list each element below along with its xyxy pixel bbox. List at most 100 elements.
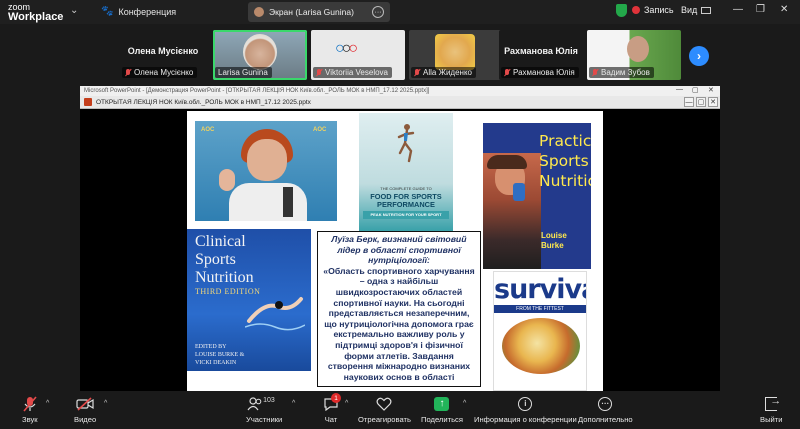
mic-muted-icon	[23, 394, 37, 413]
video-button[interactable]: Видео	[74, 394, 96, 424]
zoom-meeting-window: zoom Workplace ⌄ 🐾 Конференция Экран (La…	[0, 0, 800, 429]
participant-tile[interactable]: ○○○ Viktoriia Veselova	[311, 30, 405, 80]
participant-label: Олена Мусієнко	[122, 67, 198, 78]
mic-muted-icon	[414, 68, 420, 77]
participant-label: Viktoriia Veselova	[313, 67, 392, 78]
mic-muted-icon	[504, 68, 510, 77]
clinical-editors3: VICKI DEAKIN	[195, 360, 237, 366]
caret-up-icon[interactable]: ^	[463, 400, 466, 407]
react-button[interactable]: Отреагировать	[358, 394, 411, 424]
slideshow-titlebar: ОТКРЫТАЯ ЛЕКЦІЯ НОК Київ.обл._РОЛЬ МОК в…	[80, 96, 720, 109]
screen-share-tab[interactable]: Экран (Larisa Gunina) ···	[248, 2, 390, 22]
caret-up-icon[interactable]: ^	[292, 400, 295, 407]
restore-icon[interactable]: ❐	[756, 4, 765, 15]
chat-button[interactable]: 1 Чат	[321, 393, 341, 424]
restore-icon[interactable]: ▢	[692, 86, 699, 94]
participant-tile-name: Рахманова Юлія	[504, 46, 578, 56]
share-screen-button[interactable]: ↑ Поделиться	[421, 394, 463, 424]
zoom-logo: zoom Workplace	[8, 2, 63, 23]
quote-body: «Область спортивного харчування – одна з…	[323, 265, 475, 382]
clinical-line1: Clinical	[195, 233, 246, 250]
survival-subtitle: FROM THE FITTEST	[494, 305, 586, 313]
restore-icon[interactable]: ▢	[696, 97, 706, 107]
participants-icon: 103	[247, 394, 281, 413]
swimmer-figure	[245, 297, 305, 331]
participants-count: 103	[263, 397, 275, 404]
participant-tile[interactable]: Рахманова Юлія Рахманова Юлія	[499, 30, 583, 80]
participant-label-text: Вадим Зубов	[601, 68, 650, 77]
share-label: Поделиться	[421, 415, 463, 424]
paw-icon: 🐾	[101, 6, 114, 17]
participant-tile[interactable]: Alla Жиденко	[409, 30, 503, 80]
audio-button[interactable]: Звук	[22, 394, 38, 424]
view-menu[interactable]: Вид	[681, 5, 712, 15]
video-label: Видео	[74, 415, 97, 424]
slide: AOC AOC THE COMPLETE GUIDE TO FOOD FOR S…	[187, 111, 603, 391]
minimize-icon[interactable]: —	[676, 86, 683, 93]
minimize-icon[interactable]: —	[684, 97, 694, 107]
participant-tile-name: Олена Мусієнко	[127, 46, 199, 56]
info-label: Информация о конференции	[474, 415, 577, 424]
mic-muted-icon	[592, 68, 598, 77]
survival-from-the-fittest-book: survival FROM THE FITTEST	[493, 271, 587, 391]
meeting-info-button[interactable]: i Информация о конференции	[474, 394, 577, 424]
participant-strip: Олена Мусієнко Олена Мусієнко Larisa Gun…	[0, 24, 800, 84]
next-page-button[interactable]: ›	[689, 46, 709, 66]
olympic-rings-icon: ○○○	[335, 40, 358, 57]
leave-icon	[765, 394, 781, 413]
participant-tile[interactable]: Вадим Зубов	[587, 30, 681, 80]
screen-tab-label: Экран (Larisa Gunina)	[269, 7, 354, 17]
caret-up-icon[interactable]: ^	[104, 400, 107, 407]
leave-button[interactable]: Выйти	[760, 394, 783, 425]
participant-video	[627, 36, 649, 62]
survival-title: survival	[494, 274, 586, 305]
conference-menu[interactable]: 🐾 Конференция	[101, 6, 176, 17]
participants-label: Участники	[246, 415, 283, 424]
caret-up-icon[interactable]: ^	[46, 400, 49, 407]
participant-label: Alla Жиденко	[411, 67, 476, 78]
practical-line3: Nutrition	[539, 172, 591, 190]
participant-label: Larisa Gunina	[215, 67, 272, 78]
record-button[interactable]: Запись	[632, 5, 674, 15]
clinical-sports-nutrition-book: Clinical Sports Nutrition THIRD EDITION …	[187, 229, 311, 371]
close-icon[interactable]: ✕	[708, 86, 714, 94]
view-label: Вид	[681, 5, 698, 15]
food-book-title: THE COMPLETE GUIDE TO FOOD FOR SPORTS PE…	[359, 185, 453, 219]
clinical-title: Clinical Sports Nutrition	[195, 233, 254, 287]
slide-stage: AOC AOC THE COMPLETE GUIDE TO FOOD FOR S…	[80, 109, 720, 391]
chat-icon: 1	[321, 393, 341, 413]
food-book-line3: PERFORMANCE	[377, 200, 435, 209]
practical-line2: Sports	[539, 152, 589, 170]
meeting-toolbar: Звук ^ Видео ^ 103 Участники ^ 1 Чат ^ О…	[0, 392, 800, 429]
heart-icon	[376, 394, 392, 413]
participant-tile[interactable]: Олена Мусієнко Олена Мусієнко	[118, 30, 208, 80]
mic-muted-icon	[316, 68, 322, 77]
practical-line1: Practical	[539, 132, 591, 150]
participant-label-text: Олена Мусієнко	[134, 68, 194, 77]
food-sports-performance-book: THE COMPLETE GUIDE TO FOOD FOR SPORTS PE…	[359, 113, 453, 231]
caret-up-icon[interactable]: ^	[345, 400, 348, 407]
security-shield-icon[interactable]	[616, 4, 627, 17]
participants-button[interactable]: 103 Участники	[246, 394, 282, 424]
chevron-down-icon[interactable]: ⌄	[70, 5, 78, 16]
close-icon[interactable]: ✕	[708, 97, 718, 107]
minimize-icon[interactable]: —	[733, 4, 743, 15]
conference-label: Конференция	[118, 6, 177, 17]
shared-screen: Microsoft PowerPoint - [Демонстрация Pow…	[80, 86, 720, 391]
chevron-right-icon: ›	[697, 49, 701, 63]
more-button[interactable]: ··· Дополнительно	[578, 394, 633, 424]
aoc-logo: AOC	[313, 127, 327, 133]
clinical-line2: Sports	[195, 251, 236, 268]
more-options-icon[interactable]: ···	[372, 6, 384, 18]
practical-sports-nutrition-book: Practical Sports Nutrition Louise Burke	[483, 123, 591, 269]
record-dot-icon	[632, 6, 640, 14]
chat-badge: 1	[331, 393, 341, 403]
practical-author2: Burke	[541, 241, 564, 250]
clinical-editors: EDITED BY LOUISE BURKE & VICKI DEAKIN	[195, 343, 244, 367]
info-icon: i	[518, 394, 533, 413]
participant-tile-active[interactable]: Larisa Gunina	[213, 30, 307, 80]
quote-heading: Луїза Берк, визнаний світовий лідер в об…	[331, 234, 467, 266]
participant-video	[435, 34, 475, 70]
louise-burke-photo: AOC AOC	[195, 121, 337, 221]
close-icon[interactable]: ✕	[780, 4, 788, 15]
